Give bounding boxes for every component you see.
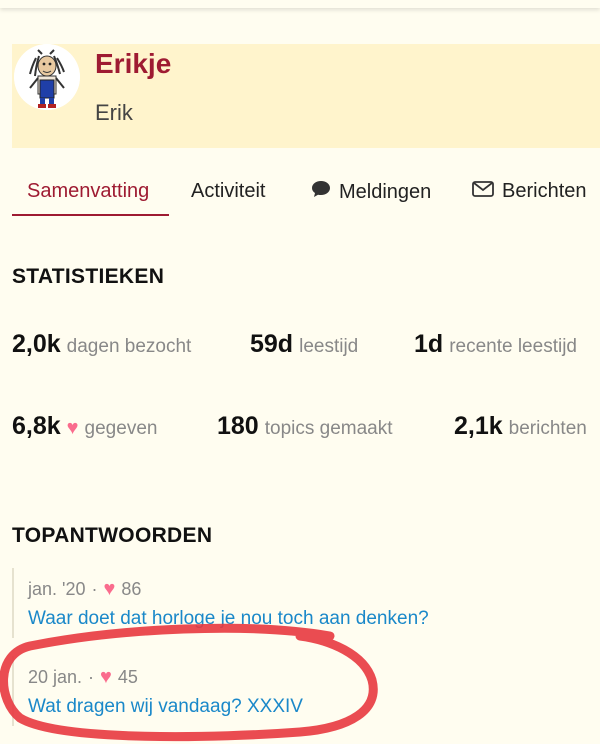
tab-activiteit[interactable]: Activiteit	[191, 180, 265, 203]
stats-title: STATISTIEKEN	[12, 265, 165, 288]
list-item: 20 jan. · ♥ 45 Wat dragen wij vandaag? X…	[12, 656, 600, 726]
tab-berichten[interactable]: Berichten	[472, 180, 587, 203]
stat-read-time: 59d leestijd	[250, 330, 358, 359]
stat-label: topics gemaakt	[264, 418, 393, 439]
stat-value: 59d	[250, 330, 294, 358]
stat-likes-given: 6,8k ♥ gegeven	[12, 412, 157, 441]
stat-label: recente leestijd	[449, 336, 577, 357]
stat-value: 2,0k	[12, 330, 61, 358]
tab-label: Activiteit	[191, 180, 266, 202]
heart-icon: ♥	[100, 666, 112, 688]
username: Erikje	[95, 48, 172, 79]
profile-tabs: Samenvatting Activiteit Meldingen Berich…	[0, 160, 600, 220]
stat-value: 180	[217, 412, 259, 440]
reply-date: 20 jan.	[28, 667, 83, 687]
stat-recent-read-time: 1d recente leestijd	[414, 330, 577, 359]
stat-days-visited: 2,0k dagen bezocht	[12, 330, 191, 359]
stat-label: leestijd	[299, 336, 359, 357]
stat-value: 6,8k	[12, 412, 61, 440]
stat-value: 1d	[414, 330, 444, 358]
stat-label: berichten	[508, 418, 587, 439]
tab-label: Berichten	[502, 180, 587, 202]
envelope-icon	[472, 180, 494, 203]
heart-icon: ♥	[66, 417, 79, 439]
tab-label: Samenvatting	[27, 180, 150, 202]
reply-meta: jan. '20 · ♥ 86	[28, 578, 141, 601]
speech-bubble-icon	[311, 180, 331, 204]
stat-label: gegeven	[84, 418, 158, 439]
meta-separator: ·	[91, 579, 98, 599]
reply-link[interactable]: Waar doet dat horloge je nou toch aan de…	[28, 608, 429, 630]
list-item: jan. '20 · ♥ 86 Waar doet dat horloge je…	[12, 568, 600, 638]
avatar[interactable]	[14, 44, 80, 110]
stat-value: 2,1k	[454, 412, 503, 440]
top-replies-title: TOPANTWOORDEN	[12, 524, 213, 547]
stat-label: dagen bezocht	[66, 336, 192, 357]
active-tab-indicator	[12, 214, 169, 216]
tab-meldingen[interactable]: Meldingen	[311, 180, 431, 204]
meta-separator: ·	[88, 667, 95, 687]
reply-date: jan. '20	[28, 579, 86, 599]
reply-likes: 86	[121, 579, 142, 599]
heart-icon: ♥	[103, 578, 116, 600]
reply-link[interactable]: Wat dragen wij vandaag? XXXIV	[28, 696, 303, 718]
reply-meta: 20 jan. · ♥ 45	[28, 666, 138, 689]
tab-samenvatting[interactable]: Samenvatting	[27, 180, 149, 203]
stat-topics-created: 180 topics gemaakt	[217, 412, 393, 441]
top-header-bar	[0, 0, 600, 8]
full-name: Erik	[95, 100, 133, 125]
stat-posts: 2,1k berichten	[454, 412, 587, 441]
tab-label: Meldingen	[339, 180, 432, 203]
reply-likes: 45	[117, 667, 138, 687]
